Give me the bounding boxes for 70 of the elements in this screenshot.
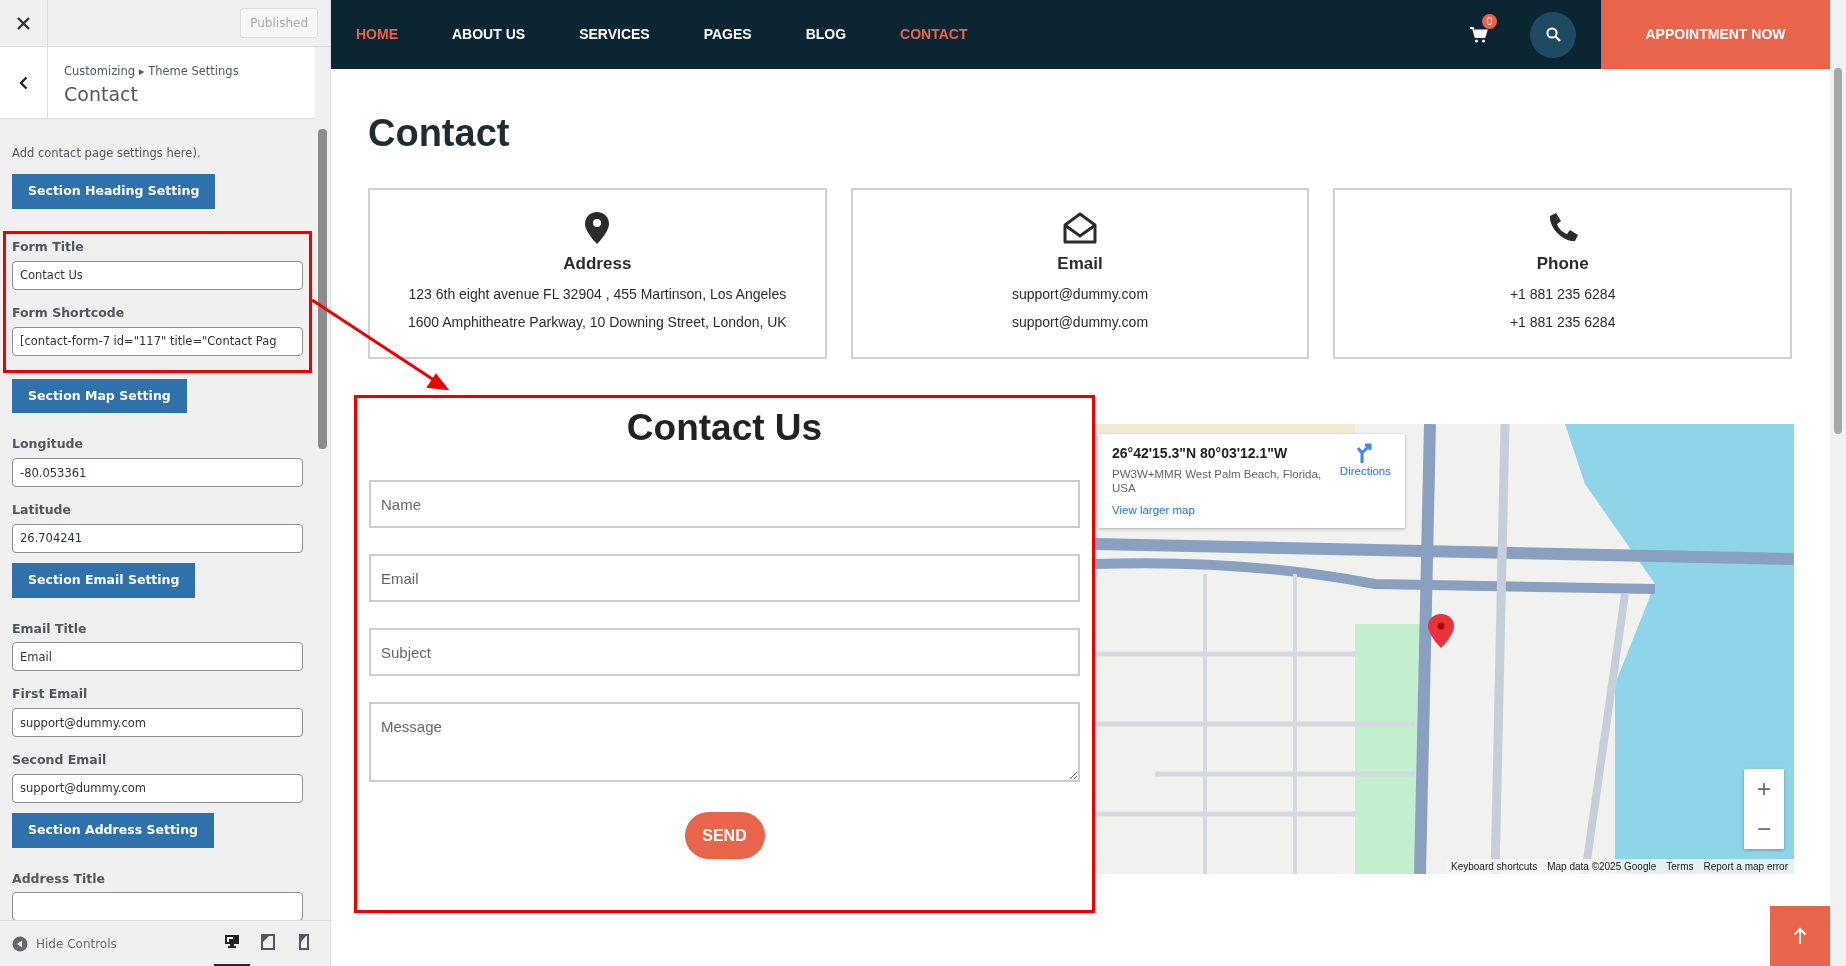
text-field[interactable]: Name <box>369 480 1080 529</box>
card-text: support@dummy.com <box>1011 313 1149 333</box>
directions-icon <box>1356 443 1375 463</box>
text-field[interactable]: support@dummy.com <box>12 708 303 737</box>
card-title: Phone <box>1536 254 1589 275</box>
section-title: Contact <box>64 82 139 108</box>
card-title: Address <box>563 254 632 275</box>
text-field[interactable]: 26.704241 <box>12 523 303 553</box>
attribution-link[interactable]: Report a map error <box>1703 859 1788 874</box>
section-button[interactable]: Section Email Setting <box>12 562 196 598</box>
tablet-icon <box>260 934 276 950</box>
field-label: Address Title <box>12 869 106 888</box>
field-label: Email Title <box>12 619 88 638</box>
attribution-link[interactable]: Map data ©2025 Google <box>1547 859 1657 874</box>
text-field[interactable]: support@dummy.com <box>12 773 303 803</box>
text-field[interactable]: Subject <box>369 628 1080 677</box>
hide-controls-label[interactable]: Hide Controls <box>36 934 117 953</box>
zoom-in-button[interactable]: + <box>1744 769 1784 809</box>
text-field[interactable]: -80.053361 <box>12 458 303 487</box>
nav-link[interactable]: CONTACT <box>900 24 968 45</box>
message-field[interactable]: Message <box>369 702 1080 783</box>
directions-link[interactable]: Directions <box>1339 443 1391 519</box>
envelope-icon <box>1063 212 1097 244</box>
form-title: Contact Us <box>625 406 824 450</box>
card-text: 123 6th eight avenue FL 32904 , 455 Martinson, Los Angeles <box>408 285 787 305</box>
section-button[interactable]: Section Heading Setting <box>12 174 216 209</box>
page-title: Contact <box>368 111 511 156</box>
nav-link[interactable]: PAGES <box>703 24 752 45</box>
field-label: Longitude <box>12 435 84 454</box>
nav-link[interactable]: BLOG <box>805 24 847 45</box>
attribution-link[interactable]: Terms <box>1666 859 1694 874</box>
up-arrow-icon <box>1793 927 1807 945</box>
address-text: PW3W+MMR West Palm Beach, Florida, USA <box>1112 467 1323 495</box>
desktop-icon <box>224 934 240 950</box>
zoom-out-button[interactable]: − <box>1744 809 1784 849</box>
text-field[interactable] <box>12 892 303 920</box>
attribution-link[interactable]: Keyboard shortcuts <box>1451 859 1538 874</box>
cart-count-badge: 0 <box>1482 13 1497 29</box>
search-button[interactable] <box>1530 11 1576 58</box>
field-label: Form Title <box>12 238 85 256</box>
text-field[interactable]: Contact Us <box>12 260 303 290</box>
field-label: Form Shortcode <box>12 303 126 322</box>
field-label: First Email <box>12 685 89 704</box>
card-text: +1 881 235 6284 <box>1509 313 1616 333</box>
card-text: 1600 Amphitheatre Parkway, 10 Downing Street, London, UK <box>407 313 787 333</box>
breadcrumb: Customizing ▸ Theme Settings <box>64 63 239 80</box>
cart-icon[interactable] <box>1470 27 1488 44</box>
location-pin-icon <box>585 212 610 244</box>
close-icon[interactable] <box>17 16 30 30</box>
description-text: Add contact page settings here). <box>12 145 202 162</box>
section-button[interactable]: Section Map Setting <box>12 378 187 414</box>
card-text: +1 881 235 6284 <box>1509 285 1616 305</box>
nav-link[interactable]: ABOUT US <box>452 24 526 45</box>
text-field[interactable]: Email <box>12 642 303 672</box>
field-label: Second Email <box>12 751 108 769</box>
field-label: Latitude <box>12 501 72 519</box>
text-field[interactable]: Email <box>369 554 1080 603</box>
card-text: support@dummy.com <box>1011 285 1149 305</box>
nav-link[interactable]: SERVICES <box>579 24 650 45</box>
collapse-icon[interactable] <box>12 935 28 952</box>
card-title: Email <box>1057 254 1103 275</box>
back-icon[interactable] <box>19 75 28 90</box>
text-field[interactable]: [contact-form-7 id="117" title="Contact Pag <box>12 326 303 356</box>
scrollbar[interactable] <box>1830 0 1846 966</box>
mobile-icon <box>296 934 312 950</box>
coordinates-text: 26°42'15.3"N 80°03'12.1"W <box>1112 444 1289 463</box>
larger-map-link[interactable]: View larger map <box>1112 502 1195 520</box>
search-icon <box>1545 27 1561 42</box>
section-button[interactable]: Section Address Setting <box>12 812 214 848</box>
nav-link[interactable]: HOME <box>356 24 398 45</box>
